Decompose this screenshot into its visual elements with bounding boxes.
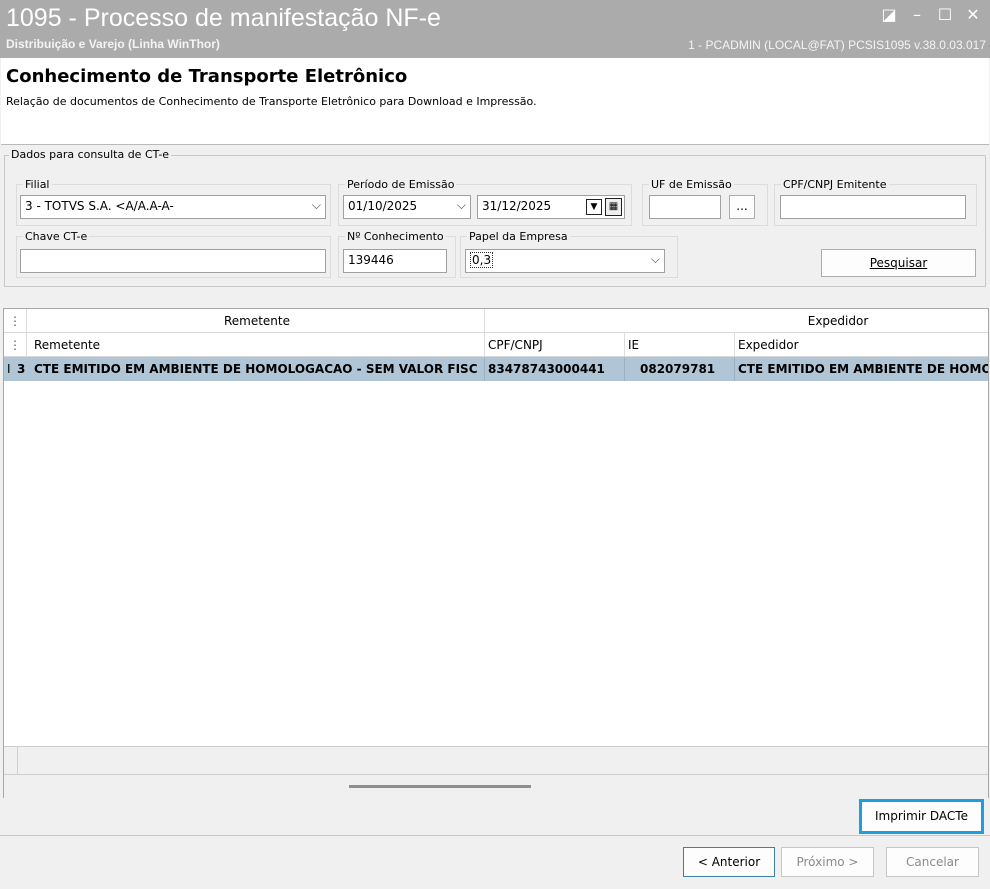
proximo-label: Próximo > <box>796 855 859 869</box>
grid-group-header: ⋮ Remetente Expedidor <box>4 309 988 333</box>
column-chooser-icon[interactable]: ⋮ <box>4 333 26 357</box>
page-description: Relação de documentos de Conhecimento de… <box>6 95 537 108</box>
cpf-input[interactable] <box>780 195 966 219</box>
column-header-ie[interactable]: IE <box>624 333 734 357</box>
anterior-label: < Anterior <box>697 855 761 869</box>
column-chooser-icon[interactable]: ⋮ <box>4 309 26 333</box>
papel-value: 0,3 <box>470 252 494 268</box>
session-info: 1 - PCADMIN (LOCAL@FAT) PCSIS1095 v.38.0… <box>688 38 986 52</box>
uf-label: UF de Emissão <box>649 178 734 191</box>
papel-select[interactable]: 0,3 ⌵ <box>465 249 665 273</box>
chave-group: Chave CT-e <box>16 230 331 278</box>
chave-input[interactable] <box>20 249 326 273</box>
periodo-group: Período de Emissão 01/10/2025 ⌵ 31/12/20… <box>338 178 632 226</box>
filial-group: Filial 3 - TOTVS S.A. <A/A.A-A- ⌵ <box>16 178 331 226</box>
window-title: 1095 - Processo de manifestação NF-e <box>6 4 441 32</box>
conhecimento-group: Nº Conhecimento 139446 <box>338 230 456 278</box>
imprimir-dacte-button[interactable]: Imprimir DACTe <box>859 799 984 834</box>
dropdown-arrow-icon[interactable]: ▼ <box>586 199 602 215</box>
cancelar-button[interactable]: Cancelar <box>886 847 979 877</box>
page-header: Conhecimento de Transporte Eletrônico Re… <box>1 58 989 145</box>
uf-group: UF de Emissão ... <box>642 178 768 226</box>
minimize-icon[interactable]: – <box>906 4 928 26</box>
periodo-inicio-field[interactable]: 01/10/2025 ⌵ <box>343 195 471 219</box>
query-groupbox: Dados para consulta de CT-e Filial 3 - T… <box>4 148 986 287</box>
scrollbar-thumb[interactable] <box>349 785 531 788</box>
periodo-label: Período de Emissão <box>345 178 457 191</box>
cell-ie[interactable]: 082079781 <box>636 357 734 381</box>
filial-value: 3 - TOTVS S.A. <A/A.A-A- <box>25 199 174 213</box>
conhecimento-value: 139446 <box>348 253 394 267</box>
periodo-fim-value: 31/12/2025 <box>482 199 552 213</box>
separator <box>0 835 990 836</box>
cancelar-label: Cancelar <box>906 855 959 869</box>
column-header-remetente[interactable]: Remetente <box>30 333 484 357</box>
restore-icon[interactable]: ◪ <box>878 4 900 26</box>
cell-cpf-cnpj[interactable]: 83478743000441 <box>484 357 624 381</box>
proximo-button[interactable]: Próximo > <box>781 847 874 877</box>
close-icon[interactable]: ✕ <box>962 4 984 26</box>
window-subtitle: Distribuição e Varejo (Linha WinThor) <box>6 37 220 51</box>
cpf-group: CPF/CNPJ Emitente <box>774 178 977 226</box>
chevron-down-icon: ⌵ <box>311 198 321 212</box>
pesquisar-label: Pesquisar <box>869 256 928 270</box>
cpf-label: CPF/CNPJ Emitente <box>781 178 889 191</box>
conhecimento-input[interactable]: 139446 <box>343 249 447 273</box>
calendar-icon[interactable]: ▦ <box>605 198 622 216</box>
uf-input[interactable] <box>649 195 721 219</box>
grid-column-header: ⋮ Remetente CPF/CNPJ IE Expedidor <box>4 333 988 357</box>
column-header-cpf-cnpj[interactable]: CPF/CNPJ <box>484 333 624 357</box>
maximize-icon[interactable]: ☐ <box>934 4 956 26</box>
horizontal-scrollbar[interactable] <box>4 774 988 798</box>
group-header-remetente[interactable]: Remetente <box>26 309 484 333</box>
table-row[interactable]: I 3 CTE EMITIDO EM AMBIENTE DE HOMOLOGAC… <box>4 357 988 381</box>
cte-grid: ⋮ Remetente Expedidor ⋮ Remetente CPF/CN… <box>3 308 989 798</box>
chevron-down-icon: ⌵ <box>456 198 466 212</box>
uf-lookup-button[interactable]: ... <box>729 195 755 219</box>
query-legend: Dados para consulta de CT-e <box>9 148 172 161</box>
group-header-expedidor[interactable]: Expedidor <box>484 309 990 333</box>
conhecimento-label: Nº Conhecimento <box>345 230 446 243</box>
cell-expedidor[interactable]: CTE EMITIDO EM AMBIENTE DE HOMOLOGACAO -… <box>734 357 988 381</box>
papel-label: Papel da Empresa <box>467 230 570 243</box>
chevron-down-icon: ⌵ <box>650 252 660 266</box>
anterior-button[interactable]: < Anterior <box>683 847 775 877</box>
chave-label: Chave CT-e <box>23 230 90 243</box>
periodo-inicio-value: 01/10/2025 <box>348 199 418 213</box>
filial-label: Filial <box>23 178 52 191</box>
papel-group: Papel da Empresa 0,3 ⌵ <box>460 230 678 278</box>
pesquisar-button[interactable]: Pesquisar <box>821 249 976 277</box>
periodo-fim-field[interactable]: 31/12/2025 ▼ ▦ <box>477 195 625 219</box>
page-title: Conhecimento de Transporte Eletrônico <box>6 66 408 87</box>
row-index: 3 <box>17 362 26 376</box>
grid-footer <box>4 746 988 774</box>
column-header-expedidor[interactable]: Expedidor <box>734 333 988 357</box>
filial-select[interactable]: 3 - TOTVS S.A. <A/A.A-A- ⌵ <box>20 195 326 219</box>
window-titlebar: 1095 - Processo de manifestação NF-e Dis… <box>0 0 990 58</box>
cell-remetente[interactable]: CTE EMITIDO EM AMBIENTE DE HOMOLOGACAO -… <box>30 357 484 381</box>
